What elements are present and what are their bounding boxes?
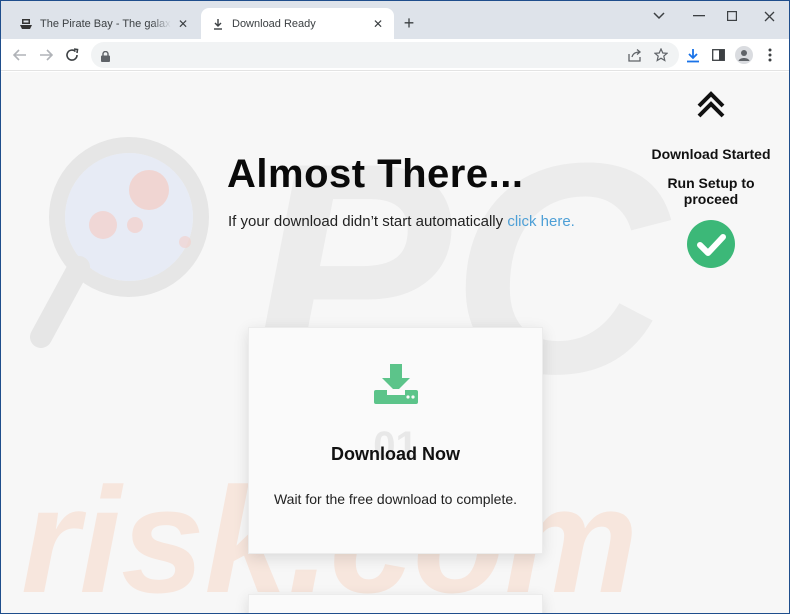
close-window-icon[interactable] bbox=[758, 5, 780, 27]
click-here-link[interactable]: click here. bbox=[507, 213, 575, 230]
ship-icon bbox=[19, 17, 33, 31]
download-tray-icon bbox=[373, 362, 419, 406]
toolbar bbox=[1, 39, 789, 71]
maximize-icon[interactable] bbox=[721, 5, 743, 27]
download-status-panel: Download Started Run Setup to proceed bbox=[643, 86, 779, 268]
side-panel-icon[interactable] bbox=[707, 44, 729, 66]
tab-title: Download Ready bbox=[232, 17, 316, 30]
menu-kebab-icon[interactable] bbox=[759, 44, 781, 66]
page-headline: Almost There... bbox=[227, 152, 524, 196]
tab-pirate-bay[interactable]: The Pirate Bay - The galaxy's most resil… bbox=[9, 8, 199, 39]
minimize-icon[interactable] bbox=[688, 5, 710, 27]
download-now-card[interactable]: 01 Download Now Wait for the free downlo… bbox=[248, 327, 543, 554]
tab-search-chevron-icon[interactable] bbox=[648, 5, 670, 27]
close-tab-icon[interactable]: ✕ bbox=[175, 16, 191, 32]
tab-download-ready[interactable]: Download Ready ✕ bbox=[201, 8, 394, 39]
browser-window: The Pirate Bay - The galaxy's most resil… bbox=[1, 1, 789, 613]
back-icon[interactable] bbox=[9, 44, 31, 66]
subline-text: If your download didn’t start automatica… bbox=[228, 213, 504, 230]
tab-title: The Pirate Bay - The galaxy's most resil… bbox=[40, 17, 171, 30]
tab-strip: The Pirate Bay - The galaxy's most resil… bbox=[1, 1, 789, 39]
address-bar[interactable] bbox=[91, 42, 679, 68]
reload-icon[interactable] bbox=[61, 44, 83, 66]
double-chevron-up-icon bbox=[693, 86, 729, 122]
card-title: Download Now bbox=[331, 444, 460, 464]
forward-icon[interactable] bbox=[35, 44, 57, 66]
download-icon bbox=[211, 17, 225, 31]
bookmark-star-icon[interactable] bbox=[651, 45, 671, 65]
page-subline: If your download didn’t start automatica… bbox=[228, 213, 575, 230]
downloads-icon[interactable] bbox=[682, 44, 704, 66]
checkmark-circle-icon bbox=[687, 220, 735, 268]
run-setup-label: Run Setup to proceed bbox=[667, 175, 755, 207]
lock-icon[interactable] bbox=[101, 49, 110, 67]
next-step-card bbox=[248, 594, 543, 613]
page-viewport: PC risk.com Almost There... If your down… bbox=[1, 72, 789, 613]
share-icon[interactable] bbox=[625, 45, 645, 65]
card-text: Wait for the free download to complete. bbox=[273, 491, 518, 507]
profile-avatar-icon[interactable] bbox=[733, 44, 755, 66]
new-tab-icon[interactable]: + bbox=[399, 13, 419, 33]
url-input[interactable] bbox=[117, 42, 617, 68]
download-started-label: Download Started bbox=[651, 146, 771, 162]
close-tab-icon[interactable]: ✕ bbox=[370, 16, 386, 32]
